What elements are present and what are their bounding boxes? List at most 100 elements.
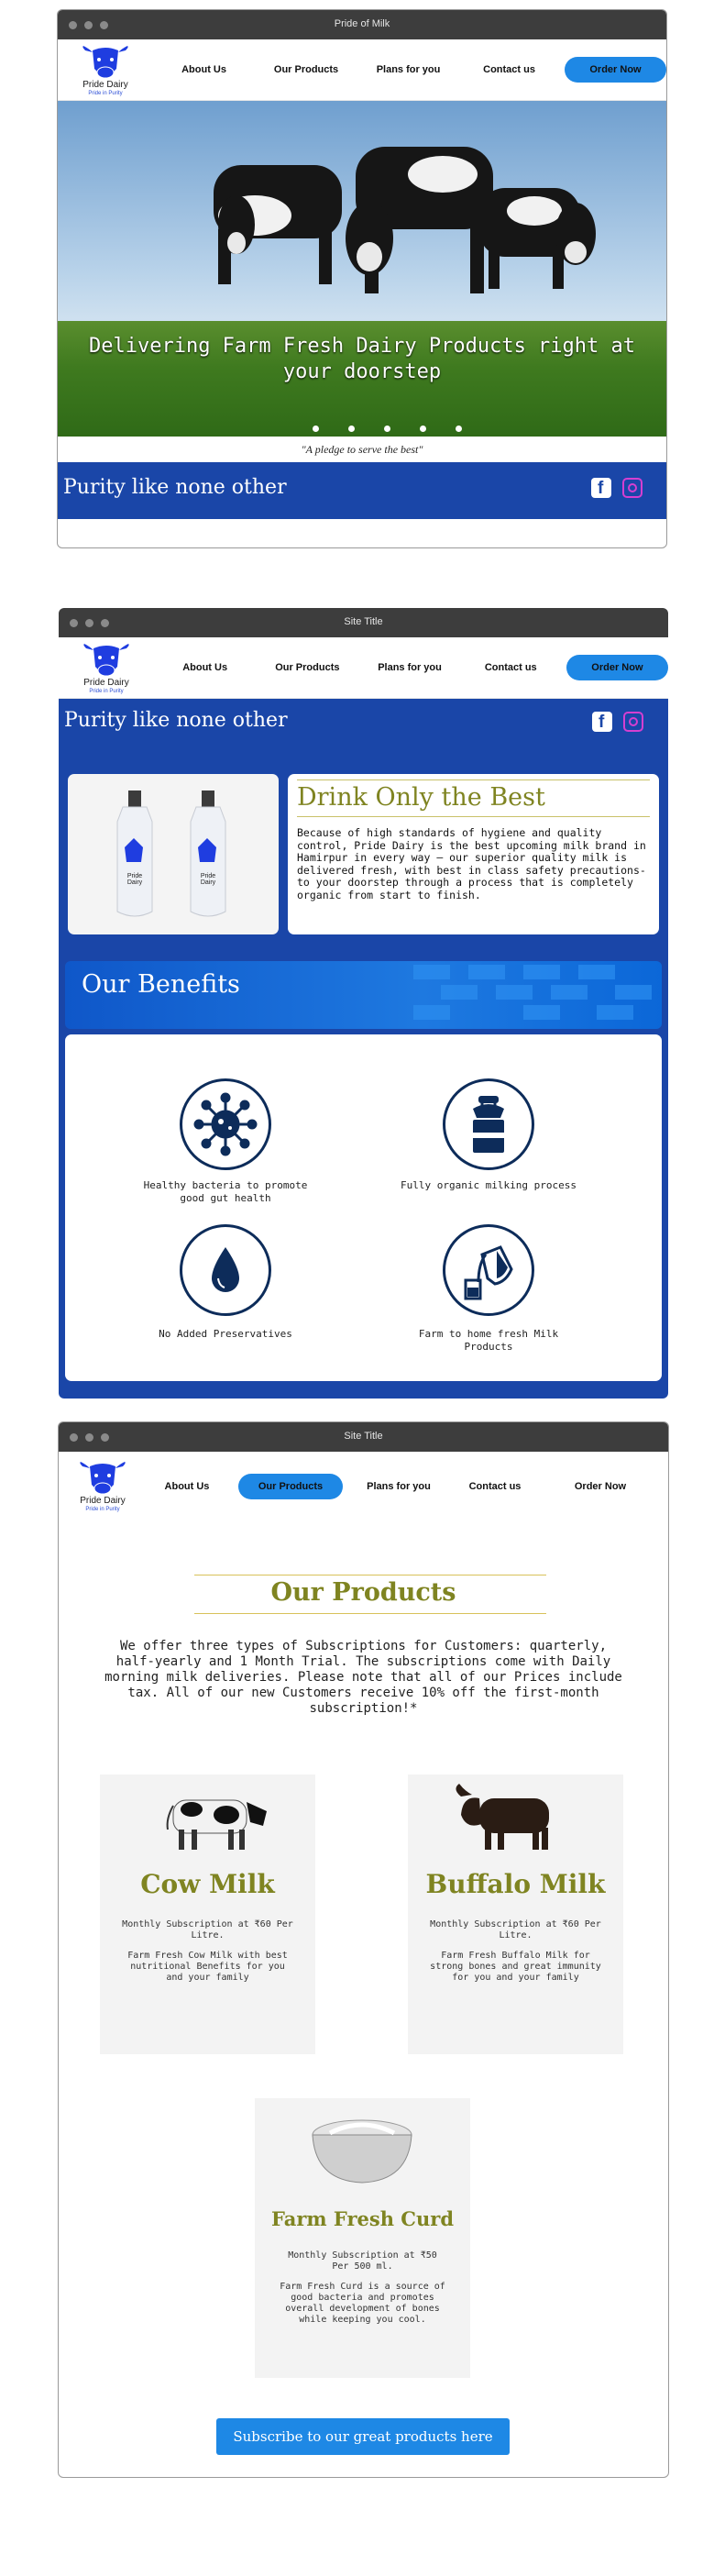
brand-tagline: Pride in Purity bbox=[89, 689, 124, 694]
nav-our-products[interactable]: Our Products bbox=[249, 64, 363, 75]
window-titlebar: Pride of Milk bbox=[58, 10, 666, 39]
bottle-label: Pride Dairy bbox=[126, 873, 143, 886]
product-price: Monthly Subscription at ₹50 Per 500 ml. bbox=[288, 2250, 437, 2272]
product-name: Buffalo Milk bbox=[425, 1869, 606, 1899]
window-titlebar: Site Title bbox=[59, 608, 668, 637]
product-name: Farm Fresh Curd bbox=[270, 2207, 455, 2230]
brand-tagline: Pride in Purity bbox=[85, 1507, 120, 1512]
benefit-icon-circle bbox=[180, 1224, 271, 1316]
benefit-icon-circle bbox=[180, 1078, 271, 1170]
brand-name: Pride Dairy bbox=[82, 80, 128, 90]
logo[interactable]: Pride Dairy Pride in Purity bbox=[73, 643, 139, 695]
banner-text: Purity like none other bbox=[63, 476, 287, 499]
brand-name: Pride Dairy bbox=[83, 678, 129, 688]
drink-title: Drink Only the Best bbox=[297, 783, 545, 812]
instagram-icon[interactable] bbox=[622, 478, 643, 498]
nav-links: About Us Our Products Plans for you Cont… bbox=[159, 637, 668, 698]
order-now-button[interactable]: Order Now bbox=[565, 57, 666, 83]
carousel-dot[interactable] bbox=[313, 426, 319, 432]
subscribe-button[interactable]: Subscribe to our great products here bbox=[216, 2418, 510, 2455]
carousel-indicators[interactable] bbox=[313, 426, 462, 432]
about-section: Purity like none other f Pride Dairy Pri… bbox=[59, 699, 668, 1399]
cow-logo-icon bbox=[82, 46, 128, 79]
benefit-icon-circle bbox=[443, 1224, 534, 1316]
hero-carousel[interactable]: Delivering Farm Fresh Dairy Products rig… bbox=[58, 101, 666, 437]
products-intro: We offer three types of Subscriptions fo… bbox=[104, 1639, 622, 1716]
navbar: Pride Dairy Pride in Purity About Us Our… bbox=[59, 1452, 668, 1531]
nav-plans[interactable]: Plans for you bbox=[357, 1481, 440, 1492]
nav-about-us[interactable]: About Us bbox=[150, 1481, 224, 1492]
window-products: Site Title Pride Dairy Pride in Purity A… bbox=[58, 1421, 669, 2478]
benefits-header: Our Benefits bbox=[65, 961, 662, 1029]
carousel-dot[interactable] bbox=[384, 426, 390, 432]
curd-image bbox=[312, 2119, 412, 2184]
products-heading-rule bbox=[194, 1613, 546, 1614]
carousel-dot[interactable] bbox=[348, 426, 355, 432]
drink-card: Drink Only the Best Because of high stan… bbox=[288, 774, 659, 934]
logo[interactable]: Pride Dairy Pride in Purity bbox=[72, 45, 138, 97]
banner-text: Purity like none other bbox=[64, 709, 288, 732]
nav-links: About Us Our Products Plans for you Cont… bbox=[150, 1452, 668, 1521]
milk-pour-icon bbox=[464, 1245, 513, 1300]
drink-body: Because of high standards of hygiene and… bbox=[297, 826, 646, 901]
window-home: Pride of Milk Pride Dairy Pride in Purit… bbox=[57, 9, 667, 548]
buffalo-image bbox=[456, 1784, 549, 1850]
product-card-farm-fresh-curd[interactable]: Farm Fresh Curd Monthly Subscription at … bbox=[255, 2098, 470, 2378]
product-card-cow-milk[interactable]: Cow Milk Monthly Subscription at ₹60 Per… bbox=[100, 1774, 315, 2054]
carousel-dot[interactable] bbox=[456, 426, 462, 432]
product-card-buffalo-milk[interactable]: Buffalo Milk Monthly Subscription at ₹60… bbox=[408, 1774, 623, 2054]
bottles-card: Pride Dairy Pride Dairy bbox=[68, 774, 279, 934]
logo[interactable]: Pride Dairy Pride in Purity bbox=[70, 1461, 136, 1513]
brand-tagline: Pride in Purity bbox=[88, 91, 123, 96]
nav-about-us[interactable]: About Us bbox=[159, 662, 250, 673]
window-title: Pride of Milk bbox=[334, 18, 390, 29]
product-description: Farm Fresh Cow Milk with best nutritiona… bbox=[127, 1951, 288, 1983]
carousel-dot[interactable] bbox=[420, 426, 426, 432]
hero-heading: Delivering Farm Fresh Dairy Products rig… bbox=[88, 335, 636, 383]
nav-our-products[interactable]: Our Products bbox=[238, 1474, 343, 1499]
cow-logo-icon bbox=[83, 644, 129, 677]
nav-links: About Us Our Products Plans for you Cont… bbox=[159, 39, 666, 100]
product-description: Farm Fresh Buffalo Milk for strong bones… bbox=[430, 1951, 601, 1983]
instagram-icon[interactable] bbox=[623, 712, 643, 732]
product-price: Monthly Subscription at ₹60 Per Litre. bbox=[430, 1919, 601, 1940]
order-now-button[interactable]: Order Now bbox=[550, 1481, 651, 1492]
product-description: Farm Fresh Curd is a source of good bact… bbox=[280, 2282, 445, 2325]
banner: Purity like none other f bbox=[58, 462, 666, 519]
benefits-card: Healthy bacteria to promote good gut hea… bbox=[65, 1034, 662, 1381]
order-now-button[interactable]: Order Now bbox=[566, 655, 668, 680]
nav-about-us[interactable]: About Us bbox=[159, 64, 249, 75]
nav-plans[interactable]: Plans for you bbox=[364, 662, 455, 673]
products-heading: Our Products bbox=[270, 1578, 456, 1607]
window-title: Site Title bbox=[344, 1431, 383, 1442]
pledge-text: "A pledge to serve the best" bbox=[301, 443, 423, 456]
facebook-icon[interactable]: f bbox=[592, 712, 612, 732]
cow-logo-icon bbox=[80, 1462, 126, 1495]
nav-contact-us[interactable]: Contact us bbox=[454, 64, 565, 75]
cows-image bbox=[214, 147, 596, 293]
window-titlebar: Site Title bbox=[59, 1422, 668, 1452]
facebook-icon[interactable]: f bbox=[591, 478, 611, 498]
benefit-label: Fully organic milking process bbox=[400, 1179, 577, 1191]
benefit-label: No Added Preservatives bbox=[159, 1328, 292, 1340]
nav-plans[interactable]: Plans for you bbox=[363, 64, 454, 75]
brand-name: Pride Dairy bbox=[80, 1496, 126, 1506]
nav-our-products[interactable]: Our Products bbox=[250, 662, 364, 673]
cow-image bbox=[166, 1799, 267, 1850]
navbar: Pride Dairy Pride in Purity About Us Our… bbox=[58, 39, 666, 101]
water-drop-icon bbox=[212, 1247, 239, 1292]
window-title: Site Title bbox=[344, 616, 383, 627]
benefits-title: Our Benefits bbox=[82, 970, 240, 999]
product-price: Monthly Subscription at ₹60 Per Litre. bbox=[122, 1919, 293, 1940]
benefit-label: Farm to home fresh Milk Products bbox=[418, 1328, 559, 1353]
milk-bottles-image bbox=[116, 790, 226, 917]
window-about: Site Title Pride Dairy Pride in Purity A… bbox=[59, 608, 668, 1399]
nav-contact-us[interactable]: Contact us bbox=[440, 1481, 550, 1492]
bacteria-icon bbox=[193, 1092, 258, 1156]
product-name: Cow Milk bbox=[140, 1869, 275, 1899]
milk-can-icon bbox=[473, 1096, 504, 1153]
navbar: Pride Dairy Pride in Purity About Us Our… bbox=[59, 637, 668, 699]
benefit-label: Healthy bacteria to promote good gut hea… bbox=[143, 1179, 308, 1204]
benefit-icon-circle bbox=[443, 1078, 534, 1170]
nav-contact-us[interactable]: Contact us bbox=[456, 662, 566, 673]
